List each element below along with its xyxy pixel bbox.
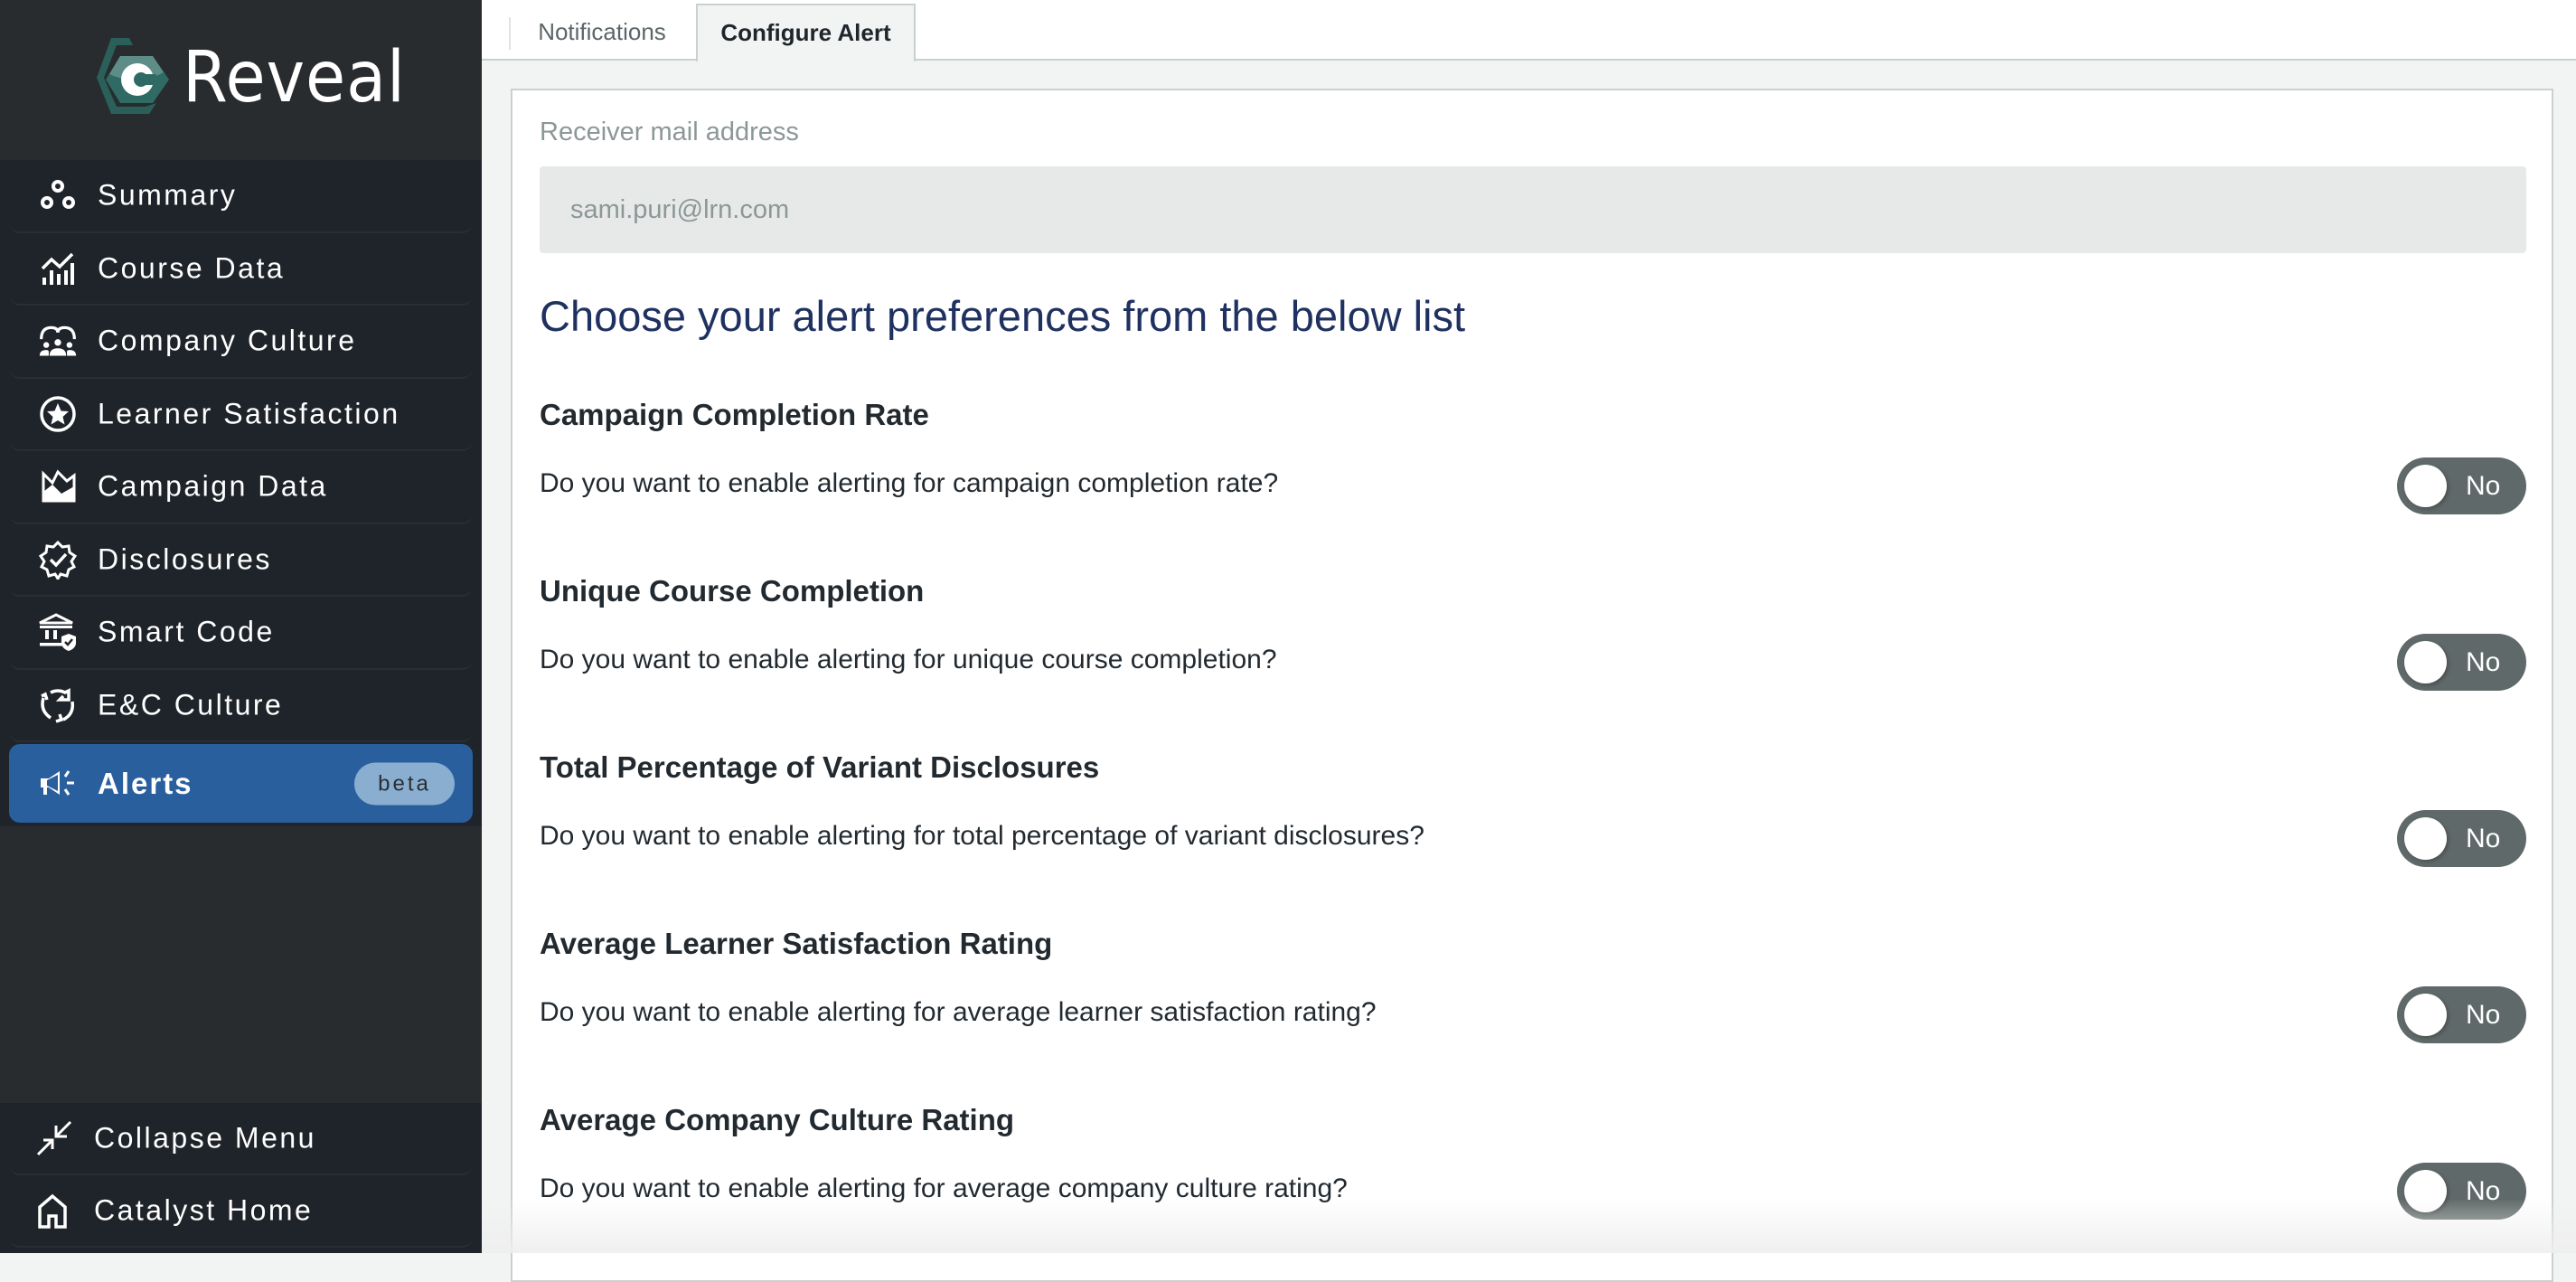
alert-toggle[interactable]: No <box>2397 634 2526 691</box>
home-icon <box>38 1193 67 1229</box>
pref-title: Average Company Culture Rating <box>540 1103 1015 1136</box>
sidebar-item-disclosures[interactable]: Disclosures <box>9 524 473 597</box>
sidebar-item-label: Collapse Menu <box>94 1121 316 1155</box>
brand-name: Reveal <box>183 37 406 118</box>
pref-company-culture-rating: Average Company Culture Rating Do you wa… <box>540 1103 2526 1266</box>
sidebar-nav: Summary Course Data Company Culture Lear… <box>0 160 482 826</box>
brand-logo[interactable]: Reveal <box>0 0 482 160</box>
circles-icon <box>41 180 75 210</box>
pref-title: Campaign Completion Rate <box>540 398 929 431</box>
sidebar-item-label: Smart Code <box>98 615 275 648</box>
reveal-logo-icon <box>97 38 169 114</box>
main-content: Notifications Configure Alert Receiver m… <box>482 0 2576 1282</box>
tab-notifications[interactable]: Notifications <box>509 5 695 61</box>
sidebar-item-company-culture[interactable]: Company Culture <box>9 306 473 379</box>
sidebar-item-learner-satisfaction[interactable]: Learner Satisfaction <box>9 379 473 451</box>
pref-title: Average Learner Satisfaction Rating <box>540 927 1053 960</box>
pref-question: Do you want to enable alerting for avera… <box>540 1174 1348 1203</box>
pref-variant-disclosures: Total Percentage of Variant Disclosures … <box>540 750 2526 913</box>
toggle-label: No <box>2466 1000 2501 1030</box>
pref-campaign-completion-rate: Campaign Completion Rate Do you want to … <box>540 398 2526 561</box>
beta-badge: beta <box>354 762 455 805</box>
alert-toggle[interactable]: No <box>2397 457 2526 514</box>
pref-question: Do you want to enable alerting for avera… <box>540 997 1377 1027</box>
toggle-label: No <box>2466 647 2501 677</box>
tab-bar: Notifications Configure Alert <box>482 0 2576 61</box>
sidebar-item-label: Campaign Data <box>98 469 328 503</box>
alert-toggle[interactable]: No <box>2397 986 2526 1043</box>
email-field-label: Receiver mail address <box>540 118 799 146</box>
toggle-knob <box>2404 817 2447 860</box>
bank-shield-icon <box>39 613 76 652</box>
sidebar-item-label: Course Data <box>98 251 286 285</box>
badge-check-icon <box>38 540 78 580</box>
sidebar-item-course-data[interactable]: Course Data <box>9 233 473 306</box>
pref-question: Do you want to enable alerting for uniqu… <box>540 645 1277 674</box>
toggle-knob <box>2404 465 2447 507</box>
people-group-icon <box>39 325 77 356</box>
collapse-icon <box>36 1120 72 1156</box>
pref-question: Do you want to enable alerting for total… <box>540 821 1424 851</box>
sidebar-item-label: Catalyst Home <box>94 1193 314 1227</box>
sidebar-item-campaign-data[interactable]: Campaign Data <box>9 451 473 524</box>
refresh-cycle-icon <box>41 687 75 723</box>
sidebar-item-label: Learner Satisfaction <box>98 397 400 430</box>
pref-title: Total Percentage of Variant Disclosures <box>540 750 1100 784</box>
sidebar-item-label: E&C Culture <box>98 688 284 721</box>
chart-trend-icon <box>41 252 74 285</box>
megaphone-icon <box>41 769 74 796</box>
sidebar-item-smart-code[interactable]: Smart Code <box>9 597 473 670</box>
toggle-label: No <box>2466 1176 2501 1206</box>
area-chart-icon <box>42 469 76 503</box>
toggle-knob <box>2404 1170 2447 1212</box>
sidebar-item-label: Summary <box>98 178 238 212</box>
pref-unique-course-completion: Unique Course Completion Do you want to … <box>540 574 2526 737</box>
sidebar-item-label: Company Culture <box>98 324 357 357</box>
sidebar-item-label: Disclosures <box>98 542 272 576</box>
preferences-heading: Choose your alert preferences from the b… <box>540 292 1466 340</box>
tab-configure-alert[interactable]: Configure Alert <box>696 4 916 61</box>
sidebar-bottom: Collapse Menu Catalyst Home <box>0 1103 482 1253</box>
sidebar-item-label: Alerts <box>98 766 193 800</box>
star-circle-icon <box>40 396 76 432</box>
configure-alert-panel: Receiver mail address Choose your alert … <box>511 89 2553 1282</box>
alert-toggle[interactable]: No <box>2397 810 2526 867</box>
toggle-knob <box>2404 994 2447 1036</box>
toggle-label: No <box>2466 824 2501 853</box>
pref-learner-satisfaction-rating: Average Learner Satisfaction Rating Do y… <box>540 927 2526 1089</box>
pref-question: Do you want to enable alerting for campa… <box>540 468 1279 498</box>
sidebar-item-ec-culture[interactable]: E&C Culture <box>9 670 473 742</box>
collapse-menu-button[interactable]: Collapse Menu <box>9 1103 473 1175</box>
sidebar-item-summary[interactable]: Summary <box>9 160 473 233</box>
pref-title: Unique Course Completion <box>540 574 925 608</box>
sidebar: Reveal Summary Course Data Company Cultu… <box>0 0 482 1253</box>
receiver-email-input[interactable] <box>540 166 2526 253</box>
sidebar-item-alerts[interactable]: Alerts beta <box>9 744 473 823</box>
alert-toggle[interactable]: No <box>2397 1163 2526 1220</box>
catalyst-home-link[interactable]: Catalyst Home <box>9 1175 473 1248</box>
toggle-knob <box>2404 641 2447 683</box>
toggle-label: No <box>2466 471 2501 501</box>
